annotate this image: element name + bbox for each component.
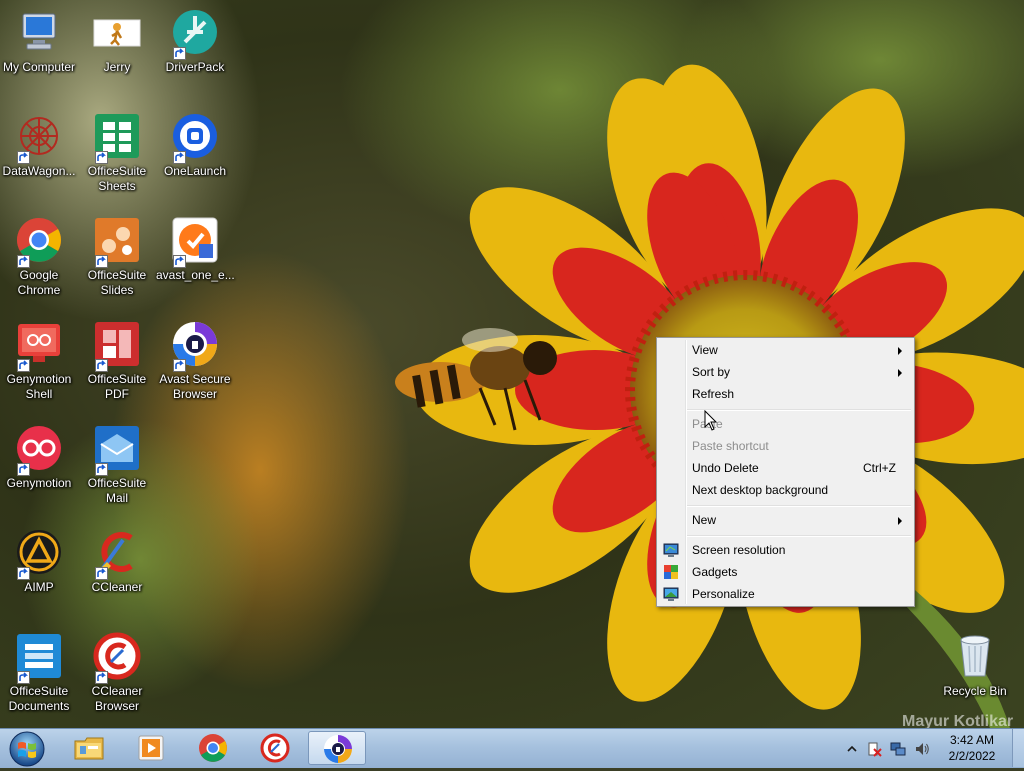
shortcut-arrow-icon [95,567,108,580]
show-desktop-button[interactable] [1012,729,1024,767]
officesuite-slides-icon [93,216,141,268]
menu-item-new[interactable]: New [659,509,912,531]
driverpack-icon [171,8,219,60]
desktop-icon-my-computer[interactable]: My Computer [0,8,78,75]
desktop-icon-officesuite-slides[interactable]: OfficeSuite Slides [78,216,156,298]
officesuite-pdf-icon [93,320,141,372]
personalize-icon [663,586,679,602]
chrome-icon [199,734,227,762]
shortcut-arrow-icon [17,671,30,684]
genymotion-icon [15,424,63,476]
desktop-icon-aimp[interactable]: AIMP [0,528,78,595]
media-player-icon [138,735,164,761]
network-icon[interactable] [890,741,906,757]
desktop-icon-ccleaner-browser[interactable]: CCleaner Browser [78,632,156,714]
datawagon-icon [15,112,63,164]
menu-item-personalize[interactable]: Personalize [659,583,912,605]
menu-item-undo-delete[interactable]: Undo Delete Ctrl+Z [659,457,912,479]
jerry-icon [93,8,141,56]
ccleaner-browser-icon [260,733,290,763]
menu-item-paste-shortcut[interactable]: Paste shortcut [659,435,912,457]
recycle-bin-icon [951,632,999,680]
avast-secure-browser-icon [324,735,352,763]
mouse-cursor-icon [704,410,718,431]
avast-one-icon [171,216,219,268]
taskbar-avast-secure-browser[interactable] [308,731,366,765]
desktop-icon-jerry[interactable]: Jerry [78,8,156,75]
gadgets-icon [663,564,679,580]
taskbar-file-explorer[interactable] [60,731,118,765]
menu-item-screen-resolution[interactable]: Screen resolution [659,539,912,561]
desktop-icon-officesuite-pdf[interactable]: OfficeSuite PDF [78,320,156,402]
menu-separator [687,409,911,411]
taskbar-chrome[interactable] [184,731,242,765]
desktop-icon-officesuite-documents[interactable]: OfficeSuite Documents [0,632,78,714]
taskbar-media-player[interactable] [122,731,180,765]
windows-logo-icon [9,731,45,767]
shortcut-arrow-icon [17,359,30,372]
onelaunch-icon [171,112,219,164]
shortcut-arrow-icon [95,255,108,268]
aimp-icon [15,528,63,580]
ccleaner-icon [93,528,141,580]
clock-date: 2/2/2022 [948,749,996,763]
menu-item-gadgets[interactable]: Gadgets [659,561,912,583]
shortcut-text: Ctrl+Z [863,461,896,475]
menu-separator [687,505,911,507]
shortcut-arrow-icon [173,359,186,372]
officesuite-mail-icon [93,424,141,476]
officesuite-sheets-icon [93,112,141,164]
shortcut-arrow-icon [95,463,108,476]
desktop-icon-recycle-bin[interactable]: Recycle Bin [936,632,1014,699]
system-clock[interactable]: 3:42 AM 2/2/2022 [934,732,1010,764]
menu-item-sort-by[interactable]: Sort by [659,361,912,383]
desktop-icon-google-chrome[interactable]: Google Chrome [0,216,78,298]
submenu-arrow-icon [898,369,902,377]
menu-separator [687,535,911,537]
taskbar: 3:42 AM 2/2/2022 [0,728,1024,768]
desktop-icon-genymotion[interactable]: Genymotion [0,424,78,491]
shortcut-arrow-icon [17,255,30,268]
taskbar-ccleaner-browser[interactable] [246,731,304,765]
start-button[interactable] [4,730,50,768]
screen-resolution-icon [663,542,679,558]
desktop-icon-onelaunch[interactable]: OneLaunch [156,112,234,179]
shortcut-arrow-icon [17,567,30,580]
menu-item-paste[interactable]: Paste [659,413,912,435]
computer-icon [15,8,63,56]
shortcut-arrow-icon [173,255,186,268]
desktop-icon-genymotion-shell[interactable]: Genymotion Shell [0,320,78,402]
shortcut-arrow-icon [95,671,108,684]
desktop-icon-officesuite-mail[interactable]: OfficeSuite Mail [78,424,156,506]
shortcut-arrow-icon [95,359,108,372]
ccleaner-browser-icon [93,632,141,684]
officesuite-documents-icon [15,632,63,684]
submenu-arrow-icon [898,517,902,525]
show-hidden-icons-icon[interactable] [844,741,860,757]
desktop-icon-driverpack[interactable]: DriverPack [156,8,234,75]
chrome-icon [15,216,63,268]
avast-secure-browser-icon [171,320,219,372]
submenu-arrow-icon [898,347,902,355]
desktop-icon-avast-one[interactable]: avast_one_e... [156,216,235,283]
file-explorer-icon [74,737,104,760]
menu-item-next-desktop-background[interactable]: Next desktop background [659,479,912,501]
shortcut-arrow-icon [173,47,186,60]
shortcut-arrow-icon [17,463,30,476]
desktop-icon-datawagon[interactable]: DataWagon... [0,112,78,179]
shortcut-arrow-icon [95,151,108,164]
desktop-icon-avast-secure-browser[interactable]: Avast Secure Browser [156,320,234,402]
menu-item-view[interactable]: View [659,339,912,361]
desktop-context-menu: View Sort by Refresh Paste Paste shortcu… [656,337,915,607]
menu-item-refresh[interactable]: Refresh [659,383,912,405]
shortcut-arrow-icon [17,151,30,164]
genymotion-shell-icon [15,320,63,372]
action-center-icon[interactable] [866,741,882,757]
clock-time: 3:42 AM [949,733,995,747]
shortcut-arrow-icon [173,151,186,164]
desktop-icon-officesuite-sheets[interactable]: OfficeSuite Sheets [78,112,156,194]
desktop-icon-ccleaner[interactable]: CCleaner [78,528,156,595]
volume-icon[interactable] [914,741,930,757]
